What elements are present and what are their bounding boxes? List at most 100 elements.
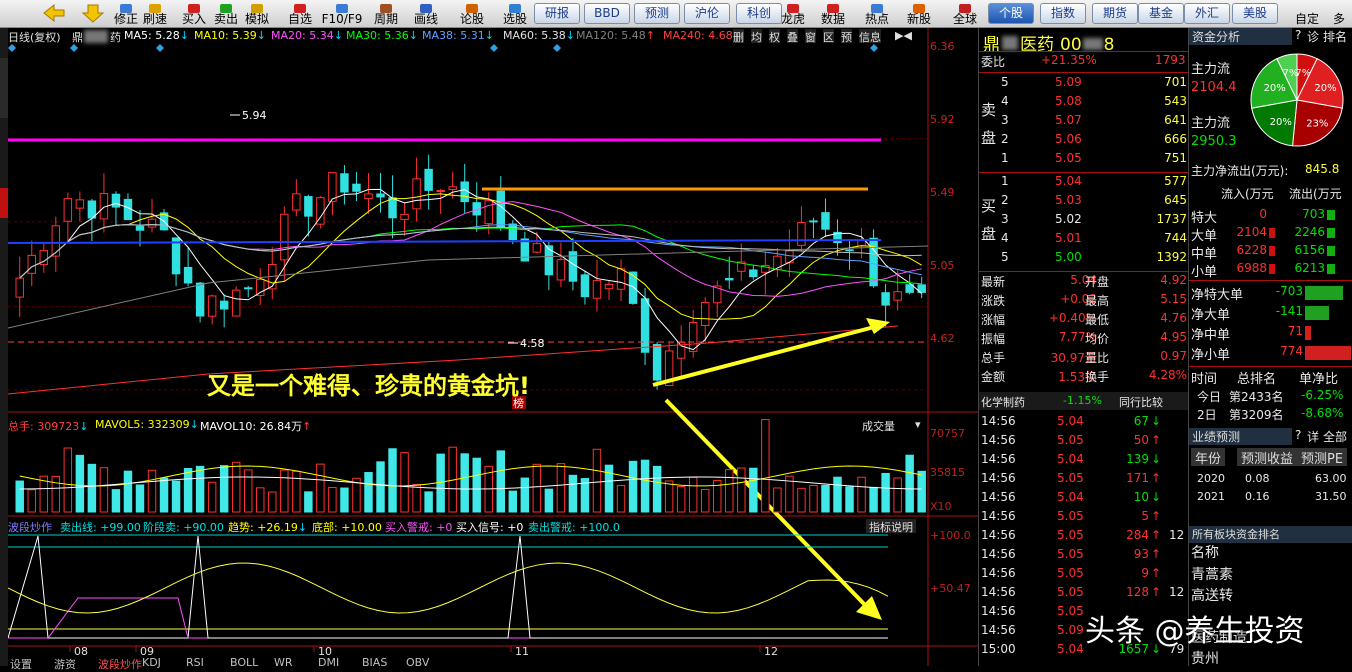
- toolbar-btn-3[interactable]: 沪伦: [684, 3, 730, 24]
- toolbar-btn-8[interactable]: 新股: [902, 3, 936, 26]
- toolbar-2-button[interactable]: 买入: [180, 3, 208, 26]
- buy-price[interactable]: 5.02: [1055, 212, 1082, 230]
- toolbar-btn-9[interactable]: 全球: [948, 3, 982, 26]
- toolbar-10-button[interactable]: 选股: [498, 3, 532, 26]
- forecast-tab[interactable]: 预测PE: [1297, 448, 1348, 467]
- sell-level: 5: [1001, 75, 1009, 89]
- chart-tool-5[interactable]: 区: [823, 29, 834, 44]
- back-icon[interactable]: [40, 2, 68, 24]
- forecast-title[interactable]: 业绩预测: [1189, 428, 1292, 445]
- bottom-tab-4[interactable]: RSI: [186, 656, 204, 670]
- compare-button[interactable]: 同行比较: [1119, 394, 1163, 412]
- toolbar-8-button[interactable]: 画线: [410, 3, 442, 26]
- market-tab-0[interactable]: 个股: [988, 3, 1034, 24]
- bottom-tab-6[interactable]: WR: [274, 656, 293, 670]
- toolbar-btn-0[interactable]: 研报: [534, 3, 580, 24]
- forecast-help-icon[interactable]: ?: [1295, 428, 1301, 446]
- toolbar-right-0[interactable]: 自定: [1290, 3, 1324, 26]
- chart-tool-1[interactable]: 均: [751, 29, 762, 44]
- forecast-tab[interactable]: 预测收益: [1237, 448, 1298, 467]
- indicator-help-button[interactable]: 指标说明: [866, 519, 916, 534]
- signal-diamond: [490, 44, 498, 52]
- volume-bar: [159, 477, 169, 513]
- flow-out-bar: [1327, 246, 1335, 256]
- board-item[interactable]: 贵州: [1191, 648, 1219, 667]
- toolbar-6-button[interactable]: F10/F9: [320, 3, 364, 26]
- toolbar-btn-7[interactable]: 热点: [860, 3, 894, 26]
- toolbar-1-button[interactable]: 刷速: [140, 3, 170, 26]
- bottom-tab-0[interactable]: 设置: [10, 656, 32, 671]
- market-tab-4[interactable]: 外汇: [1184, 3, 1230, 24]
- buy-price[interactable]: 5.01: [1055, 231, 1082, 249]
- volume-menu[interactable]: 成交量: [862, 418, 895, 433]
- toolbar-0-button[interactable]: 修正: [112, 3, 140, 26]
- fund-rank-button[interactable]: 排名: [1323, 28, 1347, 46]
- toolbar-7-button[interactable]: 周期: [370, 3, 402, 26]
- volume-bar: [652, 465, 662, 513]
- sell-price[interactable]: 5.07: [1055, 113, 1082, 131]
- board-item[interactable]: 青蒿素: [1191, 564, 1233, 583]
- down-icon[interactable]: [80, 2, 106, 24]
- market-tab-2[interactable]: 期货: [1092, 3, 1138, 24]
- sector-name[interactable]: 化学制药: [981, 394, 1025, 412]
- board-item[interactable]: 高送转: [1191, 585, 1233, 604]
- bottom-tab-7[interactable]: DMI: [318, 656, 339, 670]
- toolbar-btn-6[interactable]: 数据: [816, 3, 850, 26]
- toolbar-btn-5[interactable]: 龙虎: [776, 3, 810, 26]
- stat-label: 最高: [1085, 294, 1110, 308]
- chart-nav-icon[interactable]: ▶◀: [895, 29, 912, 43]
- toolbar-9-button[interactable]: 论股: [455, 3, 489, 26]
- toolbar-5-button[interactable]: 自选: [285, 3, 315, 26]
- toolbar-0-icon: [120, 4, 132, 13]
- sell-price[interactable]: 5.09: [1055, 75, 1082, 93]
- buy-price[interactable]: 5.00: [1055, 250, 1082, 268]
- board-title[interactable]: 所有板块资金排名: [1189, 526, 1352, 543]
- fund-title[interactable]: 资金分析: [1189, 28, 1292, 45]
- sell-level: 1: [1001, 151, 1009, 165]
- chart-tool-6[interactable]: 预: [841, 29, 852, 44]
- period-label[interactable]: 日线(复权): [8, 29, 61, 44]
- toolbar-9-label: 论股: [459, 12, 484, 26]
- pie-label: 20%: [1314, 83, 1336, 94]
- sell-price[interactable]: 5.05: [1055, 151, 1082, 169]
- forecast-tab[interactable]: 年份: [1191, 448, 1226, 467]
- forecast-detail-button[interactable]: 详: [1307, 428, 1319, 446]
- bottom-tab-2[interactable]: 波段炒作: [98, 656, 142, 671]
- sell-price[interactable]: 5.08: [1055, 94, 1082, 112]
- market-tab-1[interactable]: 指数: [1040, 3, 1086, 24]
- bottom-tab-3[interactable]: KDJ: [142, 656, 161, 670]
- toolbar-3-button[interactable]: 卖出: [211, 3, 241, 26]
- fund-help-icon[interactable]: ?: [1295, 28, 1301, 46]
- ind-label: 卖出警戒: +100.0: [528, 521, 620, 534]
- sell-price[interactable]: 5.06: [1055, 132, 1082, 150]
- chart-tool-7[interactable]: 信息: [859, 29, 881, 44]
- market-tab-3[interactable]: 基金: [1138, 3, 1184, 24]
- toolbar-btn-1[interactable]: BBD: [584, 3, 630, 24]
- toolbar-btn-2[interactable]: 预测: [634, 3, 680, 24]
- kline-chart[interactable]: 5.944.58榜08 09 10 11 12: [8, 28, 978, 666]
- buy-price[interactable]: 5.04: [1055, 174, 1082, 192]
- fund-diagnose-button[interactable]: 诊: [1307, 28, 1319, 46]
- bottom-tab-1[interactable]: 游资: [54, 656, 76, 671]
- chart-tool-3[interactable]: 叠: [787, 29, 798, 44]
- price-tick: 5.92: [930, 113, 955, 126]
- tick-volume: 9: [1141, 566, 1149, 580]
- main-toolbar: 修正 刷速 买入 卖出 模拟 自选 F10/F9 周期 画线 论股 选股 研报 BBD 预测 沪伦 科创 龙虎数…: [0, 0, 1352, 28]
- chart-tool-2[interactable]: 权: [769, 29, 780, 44]
- bottom-tab-8[interactable]: BIAS: [362, 656, 387, 670]
- market-tab-5[interactable]: 美股: [1232, 3, 1278, 24]
- toolbar-6-label: F10/F9: [321, 12, 363, 26]
- bottom-tab-5[interactable]: BOLL: [230, 656, 258, 670]
- buy-price[interactable]: 5.03: [1055, 193, 1082, 211]
- toolbar-right-1[interactable]: 多: [1326, 3, 1352, 26]
- candle-body: [292, 193, 301, 211]
- low-label: 4.58: [520, 337, 545, 350]
- bottom-tab-9[interactable]: OBV: [406, 656, 429, 670]
- flow-out-bar: [1327, 210, 1335, 220]
- forecast-all-button[interactable]: 全部: [1323, 428, 1347, 446]
- toolbar-4-button[interactable]: 模拟: [242, 3, 272, 26]
- chart-tool-4[interactable]: 窗: [805, 29, 816, 44]
- vol-label: MAVOL10: 26.84万: [200, 420, 303, 433]
- chevron-down-icon[interactable]: ▾: [915, 418, 921, 432]
- chart-tool-0[interactable]: 删: [733, 29, 744, 44]
